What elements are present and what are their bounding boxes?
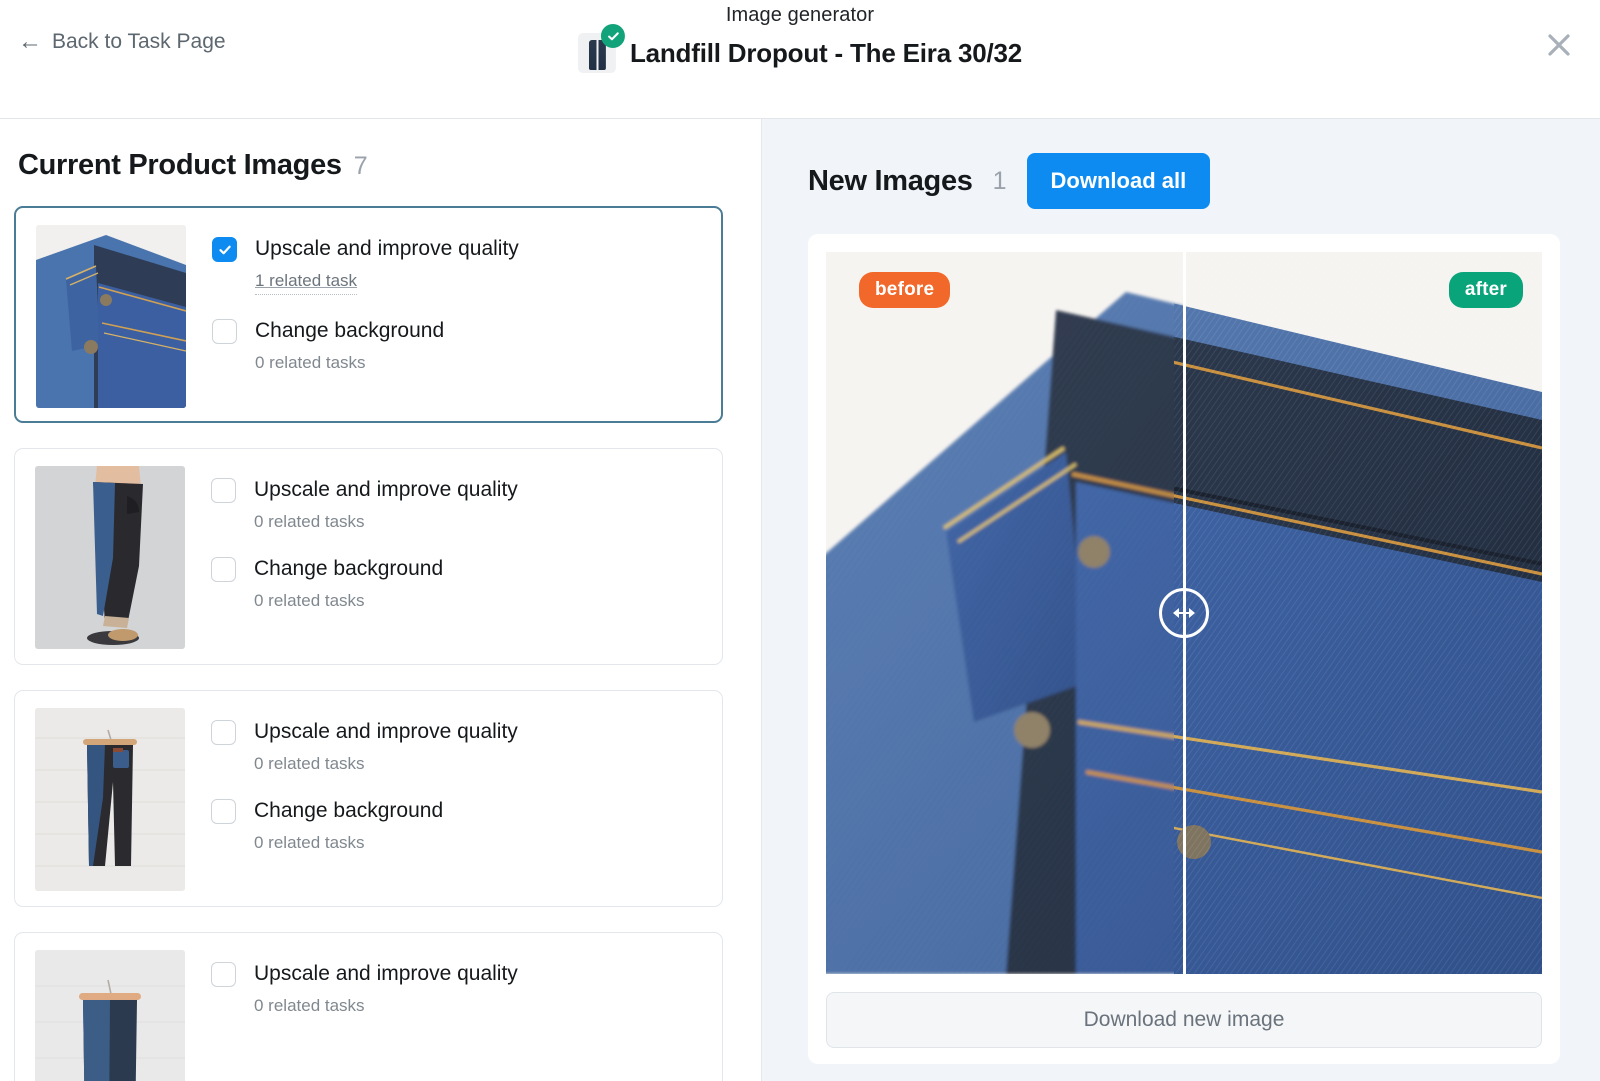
jeans-pocket-detail-thumbnail (36, 225, 186, 408)
option-label: Upscale and improve quality (254, 478, 518, 501)
related-tasks-count: 0 related tasks (254, 591, 365, 610)
arrow-left-icon: ← (18, 28, 42, 55)
option-label: Change background (254, 557, 444, 580)
related-tasks-count: 0 related tasks (254, 754, 365, 773)
download-new-image-button[interactable]: Download new image (826, 992, 1542, 1048)
product-image-card[interactable]: Upscale and improve quality 1 related ta… (14, 206, 723, 423)
option-upscale[interactable]: Upscale and improve quality (211, 960, 702, 988)
product-image-card[interactable]: Upscale and improve quality 0 related ta… (14, 690, 723, 907)
header-title-block: Image generator Landfill Dropout - The E… (577, 0, 1023, 73)
jeans-on-hanger-cropped-thumbnail (35, 950, 185, 1081)
image-generator-modal: ← Back to Task Page Image generator Land… (0, 0, 1600, 1081)
model-wearing-jeans-thumbnail (35, 466, 185, 649)
new-images-panel: New Images 1 Download all before after D… (762, 119, 1600, 1081)
modal-body: Current Product Images 7 Upscale and imp… (0, 119, 1600, 1081)
product-image-card[interactable]: Upscale and improve quality 0 related ta… (14, 448, 723, 665)
new-image-result-card: before after Download new image (808, 234, 1560, 1064)
product-image-card[interactable]: Upscale and improve quality 0 related ta… (14, 932, 723, 1081)
related-tasks-count: 0 related tasks (255, 353, 366, 372)
check-circle-icon (600, 24, 625, 48)
before-badge: before (859, 272, 951, 308)
option-change-background[interactable]: Change background (211, 797, 702, 825)
change-background-checkbox[interactable] (211, 557, 236, 582)
top-bar: ← Back to Task Page Image generator Land… (0, 0, 1600, 119)
current-images-header: Current Product Images 7 (14, 149, 723, 182)
upscale-checkbox[interactable] (211, 962, 236, 987)
option-label: Upscale and improve quality (254, 720, 518, 743)
close-icon[interactable] (1542, 28, 1576, 62)
jeans-glyph-icon (588, 40, 606, 70)
card-options: Upscale and improve quality 1 related ta… (212, 225, 701, 404)
option-upscale[interactable]: Upscale and improve quality (211, 718, 702, 746)
option-label: Change background (254, 799, 444, 822)
back-to-task-page-link[interactable]: ← Back to Task Page (18, 30, 226, 54)
option-label: Upscale and improve quality (255, 237, 519, 260)
related-tasks-count: 0 related tasks (254, 833, 365, 852)
card-options: Upscale and improve quality 0 related ta… (211, 466, 702, 647)
before-after-comparison[interactable]: before after (826, 252, 1542, 974)
option-label: Change background (255, 319, 445, 342)
jeans-on-hanger-thumbnail (35, 708, 185, 891)
product-thumbnail (577, 24, 625, 73)
change-background-checkbox[interactable] (212, 319, 237, 344)
current-product-images-panel: Current Product Images 7 Upscale and imp… (0, 119, 762, 1081)
card-options: Upscale and improve quality 0 related ta… (211, 708, 702, 889)
after-badge: after (1448, 272, 1523, 308)
option-change-background[interactable]: Change background (211, 555, 702, 583)
related-tasks-link[interactable]: 1 related task (255, 270, 358, 295)
current-images-title: Current Product Images (18, 149, 342, 181)
new-images-count: 1 (992, 166, 1007, 195)
product-title-row: Landfill Dropout - The Eira 30/32 (577, 24, 1023, 73)
related-tasks-count: 0 related tasks (254, 512, 365, 531)
change-background-checkbox[interactable] (211, 799, 236, 824)
download-all-button[interactable]: Download all (1026, 153, 1211, 209)
related-tasks-count: 0 related tasks (254, 996, 365, 1015)
generator-label: Image generator (725, 4, 875, 26)
option-change-background[interactable]: Change background (212, 317, 701, 345)
option-label: Upscale and improve quality (254, 962, 518, 985)
option-upscale[interactable]: Upscale and improve quality (212, 235, 701, 263)
left-right-arrows-icon (1173, 608, 1195, 618)
upscale-checkbox[interactable] (211, 478, 236, 503)
upscale-checkbox[interactable] (212, 237, 237, 262)
back-link-label: Back to Task Page (52, 30, 226, 53)
page-title: Landfill Dropout - The Eira 30/32 (629, 37, 1023, 68)
upscale-checkbox[interactable] (211, 720, 236, 745)
comparison-slider-handle[interactable] (1159, 588, 1209, 638)
card-options: Upscale and improve quality 0 related ta… (211, 950, 702, 1081)
new-images-title: New Images (808, 164, 973, 197)
option-upscale[interactable]: Upscale and improve quality (211, 476, 702, 504)
new-images-header: New Images 1 Download all (808, 153, 1540, 209)
current-images-count: 7 (353, 152, 368, 180)
